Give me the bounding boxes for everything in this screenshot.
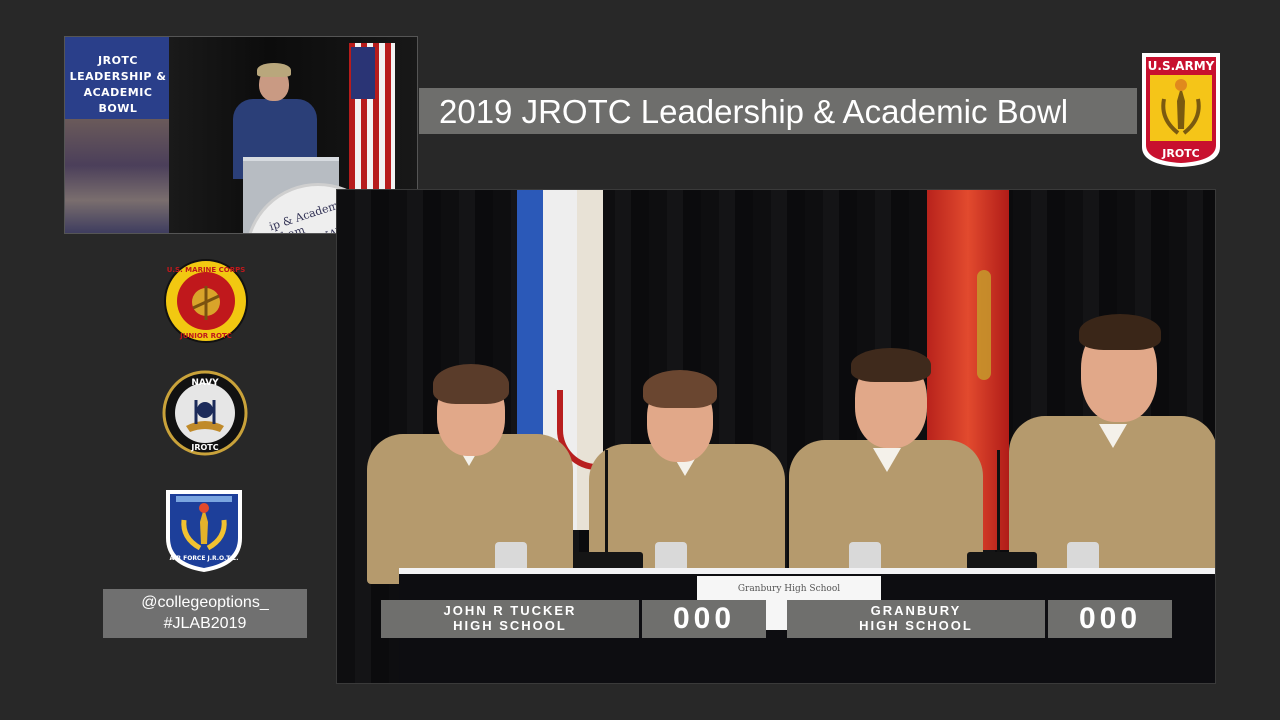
microphone: [605, 450, 608, 554]
navy-jrotc-emblem-icon: NAVY JROTC: [162, 370, 248, 456]
banner-photo-collage: [65, 119, 169, 233]
army-jrotc-badge-icon: U.S.ARMY JROTC: [1142, 53, 1220, 167]
team-2-name-line1: GRANBURY: [870, 603, 962, 618]
broadcast-title-bar: 2019 JROTC Leadership & Academic Bowl: [419, 88, 1137, 134]
team-2-score: 000: [1048, 600, 1172, 638]
microphone: [997, 450, 1000, 554]
competition-video-feed: Granbury High School JOHN R TUCKER HIGH …: [336, 189, 1216, 684]
army-badge-bottom-text: JROTC: [1161, 147, 1200, 160]
team-1-name-line2: HIGH SCHOOL: [453, 618, 567, 633]
team-1-name-line1: JOHN R TUCKER: [443, 603, 577, 618]
event-banner-text: JROTC LEADERSHIP & ACADEMIC BOWL: [69, 54, 167, 115]
broadcast-title: 2019 JROTC Leadership & Academic Bowl: [439, 93, 1069, 130]
speaker-hair: [257, 63, 291, 77]
social-handle: @collegeoptions_: [141, 594, 269, 611]
team-placard-text: Granbury High School: [737, 584, 841, 594]
navy-emblem-text: NAVY: [191, 378, 219, 388]
us-flag-canton: [351, 47, 375, 99]
social-handle-box: @collegeoptions_ #JLAB2019: [103, 589, 307, 638]
marine-flag-emblem: [977, 270, 991, 380]
team-1-name: JOHN R TUCKER HIGH SCHOOL: [381, 600, 639, 638]
event-hashtag: #JLAB2019: [163, 615, 247, 632]
team-2-name-line2: HIGH SCHOOL: [859, 618, 973, 633]
team-1-score: 000: [642, 600, 766, 638]
airforce-emblem-text: AIR FORCE J.R.O.T.C.: [170, 555, 239, 562]
army-badge-top-text: U.S.ARMY: [1148, 59, 1215, 73]
marine-emblem-text: U.S. MARINE CORPS: [167, 266, 246, 274]
air-force-jrotc-emblem-icon: AIR FORCE J.R.O.T.C.: [166, 490, 242, 572]
marine-emblem-sub: JUNIOR ROTC: [179, 332, 232, 340]
marine-corps-jrotc-emblem-icon: U.S. MARINE CORPS JUNIOR ROTC: [164, 259, 248, 343]
navy-emblem-sub: JROTC: [190, 443, 218, 452]
team-2-name: GRANBURY HIGH SCHOOL: [787, 600, 1045, 638]
